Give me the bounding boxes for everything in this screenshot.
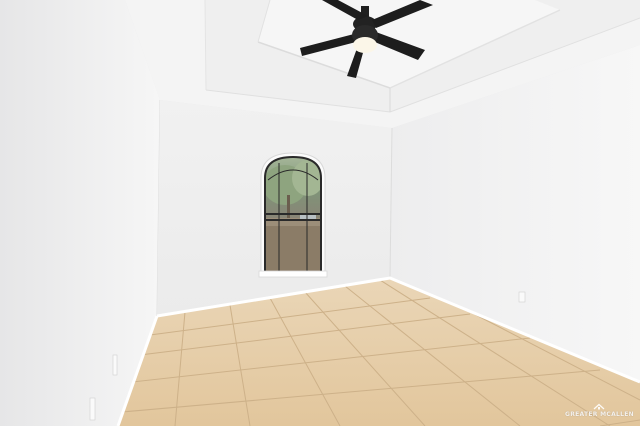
watermark: GREATER MCALLEN (565, 403, 634, 418)
fan-light (353, 37, 377, 53)
wall-outlet (518, 291, 526, 303)
room-illustration (0, 0, 640, 426)
watermark-text: GREATER MCALLEN (564, 411, 634, 418)
wall-outlet (89, 397, 96, 421)
house-roof-icon (594, 403, 605, 410)
left-wall (0, 0, 160, 426)
wall-outlet (112, 354, 118, 376)
empty-room-photo: GREATER MCALLEN (0, 0, 640, 426)
window-sill (258, 270, 328, 278)
